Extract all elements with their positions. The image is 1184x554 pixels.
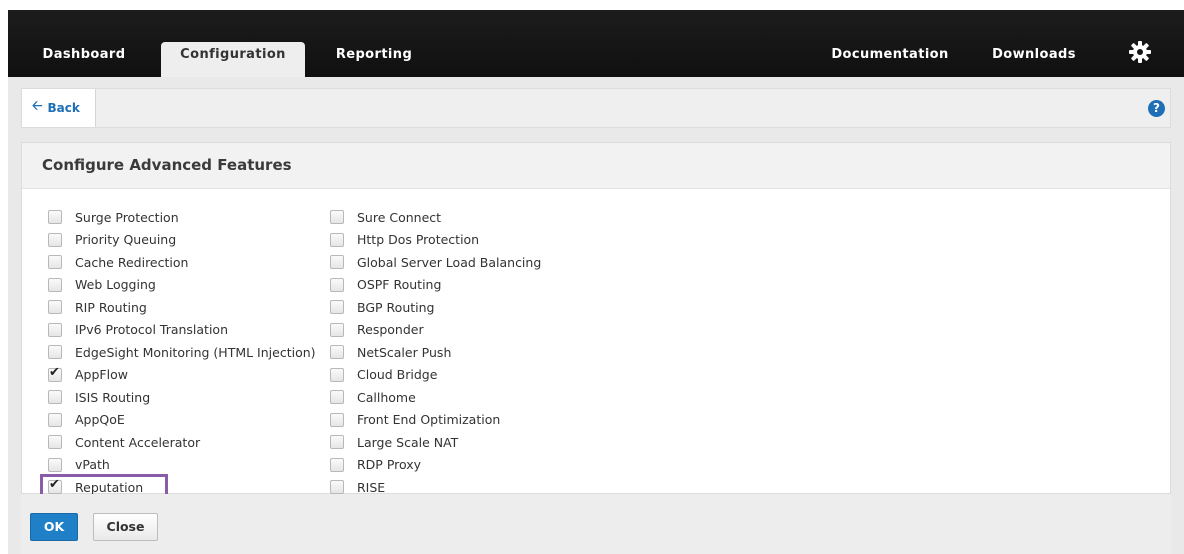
feature-label: ISIS Routing <box>75 389 151 405</box>
top-navigation-bar: Dashboard Configuration Reporting Docume… <box>8 10 1184 77</box>
feature-option[interactable]: vPath <box>48 454 316 477</box>
feature-checkbox[interactable] <box>330 210 344 225</box>
feature-option[interactable]: RIP Routing <box>48 296 316 319</box>
feature-checkbox[interactable] <box>48 435 62 450</box>
feature-label: RIP Routing <box>75 299 147 315</box>
feature-checkbox[interactable] <box>48 390 62 405</box>
feature-checkbox[interactable] <box>330 300 344 315</box>
feature-label: Global Server Load Balancing <box>357 254 542 270</box>
feature-label: IPv6 Protocol Translation <box>75 322 229 338</box>
feature-option[interactable]: BGP Routing <box>330 296 541 319</box>
feature-option[interactable]: AppQoE <box>48 409 316 432</box>
feature-option[interactable]: IPv6 Protocol Translation <box>48 319 316 342</box>
feature-label: Surge Protection <box>75 209 179 225</box>
back-button[interactable]: 🡠 Back <box>22 89 96 127</box>
configure-advanced-features-panel: Configure Advanced Features Surge Protec… <box>21 142 1171 500</box>
action-bar: 🡠 Back ? <box>21 88 1171 128</box>
feature-option[interactable]: Global Server Load Balancing <box>330 251 541 274</box>
gear-icon[interactable] <box>1128 40 1152 64</box>
feature-label: vPath <box>75 457 110 473</box>
feature-label: BGP Routing <box>357 299 435 315</box>
feature-checkbox[interactable] <box>48 210 62 225</box>
feature-checkbox[interactable] <box>48 412 62 427</box>
feature-label: Sure Connect <box>357 209 442 225</box>
feature-checkbox[interactable] <box>48 300 62 315</box>
feature-label: Http Dos Protection <box>357 232 480 248</box>
left-options-column: Surge Protection Priority Queuing Cache Re… <box>48 206 316 499</box>
panel-header: Configure Advanced Features <box>22 143 1170 189</box>
feature-checkbox[interactable] <box>330 390 344 405</box>
feature-label: RISE <box>357 479 386 495</box>
feature-checkbox[interactable] <box>48 255 62 270</box>
feature-option[interactable]: Web Logging <box>48 274 316 297</box>
feature-option[interactable]: ✔ AppFlow <box>48 364 316 387</box>
help-icon[interactable]: ? <box>1148 100 1165 117</box>
feature-option[interactable]: Front End Optimization <box>330 409 541 432</box>
feature-option[interactable]: Http Dos Protection <box>330 229 541 252</box>
dialog-footer: OK Close <box>21 494 1171 554</box>
ok-button[interactable]: OK <box>30 513 78 541</box>
feature-label: EdgeSight Monitoring (HTML Injection) <box>75 344 316 360</box>
feature-checkbox[interactable] <box>330 322 344 337</box>
panel-title: Configure Advanced Features <box>42 156 292 174</box>
feature-checkbox[interactable] <box>330 277 344 292</box>
feature-label: Reputation <box>75 479 144 495</box>
back-arrow-icon: 🡠 <box>32 99 43 114</box>
feature-checkbox[interactable] <box>330 435 344 450</box>
feature-option[interactable]: ISIS Routing <box>48 386 316 409</box>
feature-checkbox[interactable] <box>330 367 344 382</box>
feature-label: Cache Redirection <box>75 254 189 270</box>
feature-label: AppQoE <box>75 412 125 428</box>
feature-checkbox[interactable] <box>48 457 62 472</box>
feature-label: NetScaler Push <box>357 344 452 360</box>
feature-checkbox[interactable] <box>330 480 344 495</box>
feature-option[interactable]: Large Scale NAT <box>330 431 541 454</box>
tab-reporting[interactable]: Reporting <box>330 42 418 77</box>
feature-checkbox[interactable] <box>48 322 62 337</box>
feature-label: Web Logging <box>75 277 156 293</box>
feature-checkbox[interactable] <box>48 232 62 247</box>
feature-label: Front End Optimization <box>357 412 501 428</box>
feature-checkbox[interactable] <box>330 232 344 247</box>
feature-option[interactable]: Sure Connect <box>330 206 541 229</box>
feature-label: AppFlow <box>75 367 128 383</box>
feature-label: OSPF Routing <box>357 277 442 293</box>
feature-checkbox[interactable] <box>48 345 62 360</box>
checkmark-icon: ✔ <box>49 477 60 493</box>
feature-option[interactable]: Cloud Bridge <box>330 364 541 387</box>
feature-label: Large Scale NAT <box>357 434 459 450</box>
app-frame: Dashboard Configuration Reporting Docume… <box>8 10 1184 554</box>
feature-checkbox[interactable]: ✔ <box>48 477 62 495</box>
right-options-column: Sure Connect Http Dos Protection Global Se… <box>330 206 541 499</box>
back-label: Back <box>47 101 80 115</box>
documentation-link[interactable]: Documentation <box>830 42 950 77</box>
feature-checkbox[interactable] <box>330 412 344 427</box>
feature-label: Content Accelerator <box>75 434 201 450</box>
feature-label: Callhome <box>357 389 416 405</box>
feature-option[interactable]: Cache Redirection <box>48 251 316 274</box>
feature-checkbox[interactable]: ✔ <box>48 364 62 382</box>
feature-label: Responder <box>357 322 424 338</box>
feature-checkbox[interactable] <box>330 345 344 360</box>
feature-label: RDP Proxy <box>357 457 422 473</box>
feature-option[interactable]: Surge Protection <box>48 206 316 229</box>
feature-checkbox[interactable] <box>330 255 344 270</box>
feature-checkbox[interactable] <box>330 457 344 472</box>
downloads-link[interactable]: Downloads <box>986 42 1082 77</box>
feature-option[interactable]: OSPF Routing <box>330 274 541 297</box>
feature-option[interactable]: Priority Queuing <box>48 229 316 252</box>
feature-label: Cloud Bridge <box>357 367 438 383</box>
tab-configuration[interactable]: Configuration <box>161 42 305 77</box>
feature-option[interactable]: Responder <box>330 319 541 342</box>
feature-option[interactable]: Callhome <box>330 386 541 409</box>
feature-option[interactable]: EdgeSight Monitoring (HTML Injection) <box>48 341 316 364</box>
feature-option[interactable]: NetScaler Push <box>330 341 541 364</box>
tab-dashboard[interactable]: Dashboard <box>38 42 130 77</box>
feature-option[interactable]: RDP Proxy <box>330 454 541 477</box>
feature-label: Priority Queuing <box>75 232 177 248</box>
checkmark-icon: ✔ <box>49 364 60 380</box>
feature-checkbox[interactable] <box>48 277 62 292</box>
feature-option[interactable]: Content Accelerator <box>48 431 316 454</box>
close-button[interactable]: Close <box>93 513 158 541</box>
